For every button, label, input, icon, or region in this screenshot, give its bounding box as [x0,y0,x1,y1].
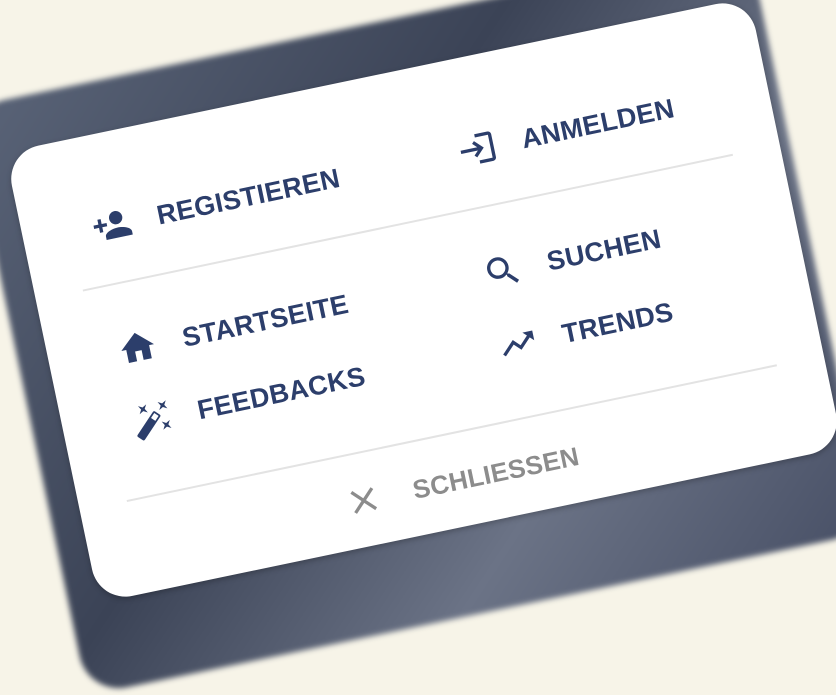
add-person-icon [88,202,135,249]
home-icon [114,324,161,371]
trending-up-icon [494,320,541,367]
login-label: ANMELDEN [518,92,677,154]
login-icon [453,125,500,172]
search-label: SUCHEN [544,223,664,277]
register-label: REGISTIEREN [153,162,343,230]
feedbacks-label: FEEDBACKS [194,360,368,425]
screen: REGISTIEREN ANMELDEN STARTSEITE FEEDBACK… [0,0,836,695]
search-icon [479,248,526,295]
trends-label: TRENDS [559,296,676,349]
magic-wand-icon [129,396,176,443]
close-label: SCHLIESSEN [409,440,582,505]
close-icon [340,477,387,524]
home-label: STARTSEITE [179,288,352,353]
